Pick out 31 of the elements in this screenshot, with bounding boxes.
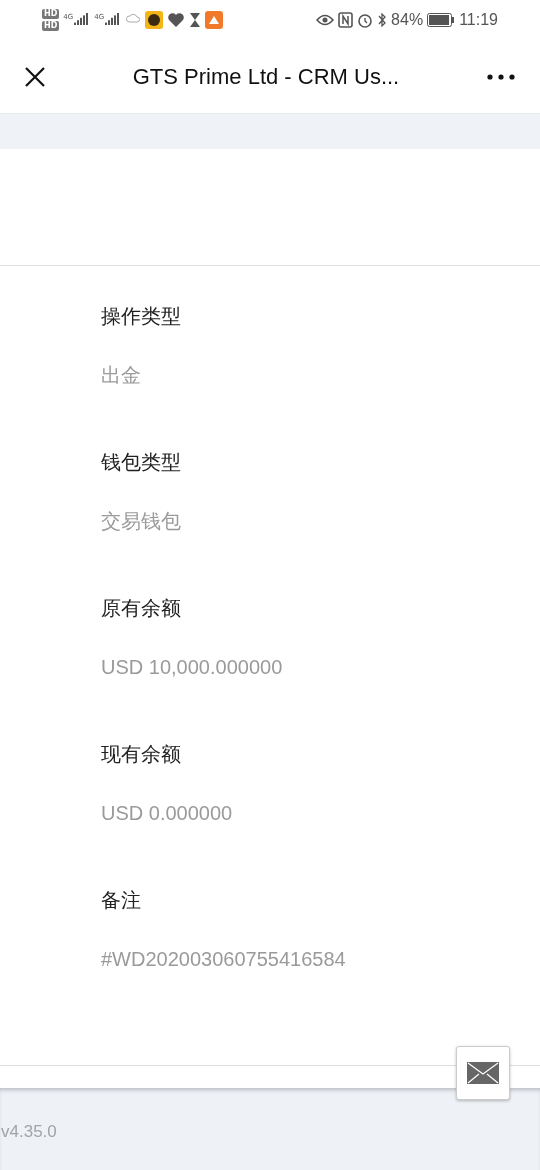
field-label: 现有余额 bbox=[101, 741, 182, 768]
hd-badge: HD bbox=[42, 9, 60, 19]
hd-badge: HD bbox=[42, 21, 60, 31]
battery-percent: 84% bbox=[391, 11, 424, 29]
battery-icon bbox=[427, 13, 456, 27]
field-label: 原有余额 bbox=[101, 595, 182, 622]
alarm-icon bbox=[357, 12, 374, 28]
page-title: GTS Prime Ltd - CRM Us... bbox=[131, 63, 401, 90]
signal-icon bbox=[105, 13, 122, 27]
field-value: 出金 bbox=[101, 363, 142, 388]
app-icon bbox=[205, 11, 224, 29]
signal-icon bbox=[74, 13, 91, 27]
bluetooth-icon bbox=[377, 12, 388, 28]
more-icon bbox=[486, 72, 516, 81]
nfc-icon bbox=[338, 12, 354, 28]
hourglass-icon bbox=[189, 12, 202, 28]
eye-icon bbox=[316, 13, 335, 27]
field-value: 交易钱包 bbox=[101, 509, 182, 534]
field-label: 操作类型 bbox=[101, 303, 182, 330]
close-icon bbox=[24, 65, 46, 88]
app-icon bbox=[145, 11, 164, 29]
field-label: 备注 bbox=[101, 887, 142, 914]
mail-button[interactable] bbox=[456, 1046, 510, 1100]
envelope-icon bbox=[467, 1062, 499, 1084]
heart-icon bbox=[167, 12, 186, 28]
clock-time: 11:19 bbox=[459, 11, 498, 29]
field-value: USD 10,000.000000 bbox=[101, 655, 284, 680]
field-label: 钱包类型 bbox=[101, 449, 182, 476]
field-value: USD 0.000000 bbox=[101, 801, 234, 826]
field-value: #WD202003060755416584 bbox=[101, 947, 347, 972]
version-text: v4.35.0 bbox=[1, 1122, 57, 1141]
